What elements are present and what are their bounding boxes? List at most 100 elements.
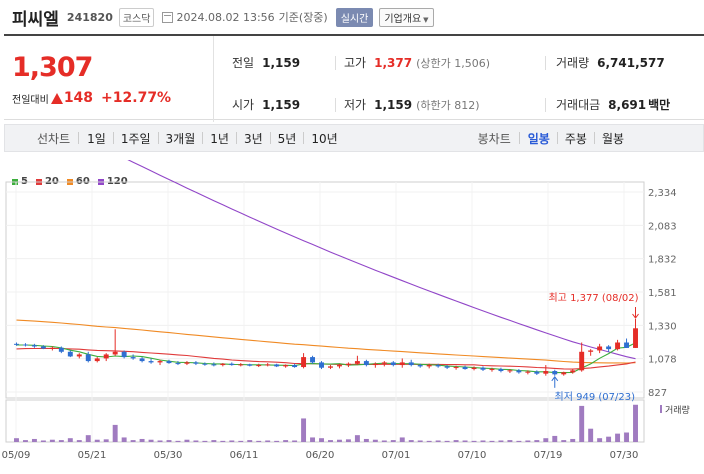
candle-body: [14, 343, 19, 345]
tab-monthly[interactable]: 월봉: [602, 130, 624, 147]
volume-bar: [372, 439, 378, 442]
volume-bar: [525, 440, 531, 442]
volume-bar: [157, 440, 163, 442]
stock-code: 241820: [66, 10, 113, 24]
candle-body: [615, 342, 621, 350]
volume-bar: [480, 440, 486, 442]
candle-body: [40, 346, 46, 349]
stat-label: 시가: [232, 98, 255, 112]
candle-body: [507, 370, 513, 372]
upper-limit: (상한가 1,506): [416, 57, 490, 70]
volume-bar: [193, 440, 199, 442]
tab-weekly[interactable]: 주봉: [565, 130, 587, 147]
candle-body: [283, 365, 289, 367]
change-label: 전일대비: [12, 94, 49, 106]
candle-body: [435, 365, 441, 367]
company-overview-dropdown[interactable]: 기업개요 ▼: [379, 7, 434, 27]
volume-bar: [319, 438, 324, 442]
volume-bar: [211, 440, 217, 442]
stat-value: 6,741,577: [597, 56, 665, 70]
stat-prev-close: 전일 1,159: [232, 54, 300, 71]
x-tick-label: 07/10: [458, 450, 487, 461]
stat-high: 고가 1,377 (상한가 1,506): [344, 54, 490, 71]
candle-body: [417, 365, 423, 367]
y-tick-label: 1,330: [648, 321, 677, 332]
line-chart-label: 선차트: [37, 131, 71, 146]
candle-body: [130, 357, 136, 359]
price-box: 1,307 전일대비 148 +12.77%: [4, 36, 214, 122]
tab-1y[interactable]: 1년: [210, 130, 229, 147]
candle-body: [274, 364, 280, 367]
volume-bar: [328, 440, 333, 442]
divider: [269, 132, 271, 144]
candle-body: [399, 362, 405, 366]
volume-bar: [381, 440, 387, 442]
candle-body: [121, 351, 127, 358]
stat-label: 저가: [344, 98, 367, 112]
y-tick-label: 2,083: [648, 221, 677, 232]
candle-body: [184, 362, 190, 364]
quote-panel: 1,307 전일대비 148 +12.77% 전일 1,159 고가 1,377…: [4, 34, 704, 122]
divider: [335, 56, 336, 70]
calendar-icon: [162, 11, 174, 23]
y-tick-label: 1,581: [648, 288, 677, 299]
volume-bar: [292, 440, 298, 442]
candle-body: [310, 357, 316, 363]
x-tick-label: 07/30: [610, 450, 639, 461]
volume-bar: [301, 418, 307, 442]
volume-bar: [274, 440, 280, 442]
candle-body: [336, 365, 342, 367]
divider: [78, 132, 80, 144]
volume-bar: [175, 440, 181, 442]
stat-label: 거래대금: [556, 98, 601, 112]
stat-value: 1,159: [262, 56, 301, 70]
candle-body: [202, 363, 208, 365]
candle-body: [390, 362, 396, 366]
x-tick-label: 05/30: [154, 450, 183, 461]
stat-value: 1,377: [374, 56, 413, 70]
high-annotation: 최고 1,377 (08/02): [548, 292, 638, 304]
volume-bar: [202, 440, 208, 442]
tab-1d[interactable]: 1일: [87, 130, 106, 147]
y-tick-label: 827: [648, 388, 667, 399]
divider: [545, 56, 546, 70]
stat-amount: 거래대금 8,691 백만: [556, 96, 670, 113]
volume-bar: [67, 438, 73, 442]
candle-body: [157, 361, 163, 363]
tab-3m[interactable]: 3개월: [166, 130, 196, 147]
volume-bar: [85, 435, 91, 442]
stat-label: 거래량: [556, 56, 590, 70]
stock-header: 피씨엘 241820 코스닥 2024.08.02 13:56 기준(장중) 실…: [0, 0, 704, 34]
volume-bar: [570, 438, 576, 442]
candle-body: [462, 367, 468, 370]
chevron-down-icon: ▼: [423, 15, 429, 24]
candle-body: [301, 357, 307, 368]
tab-10y[interactable]: 10년: [311, 130, 337, 147]
x-tick-label: 07/01: [382, 450, 411, 461]
tab-1w[interactable]: 1주일: [121, 130, 151, 147]
low-annotation: 최저 949 (07/23): [555, 391, 636, 403]
y-tick-label: 2,334: [648, 188, 677, 199]
volume-bar: [31, 438, 37, 442]
lower-limit: (하한가 812): [416, 99, 480, 112]
candle-body: [354, 361, 360, 364]
volume-bar: [76, 440, 82, 442]
x-tick-label: 06/11: [230, 450, 259, 461]
price-chart[interactable]: 2,334 2,083 1,832 1,581 1,330 1,078 827 05/09 05…: [0, 160, 704, 474]
volume-bar: [265, 440, 271, 442]
volume-bar: [498, 440, 504, 442]
candle-body: [552, 371, 558, 375]
tab-daily[interactable]: 일봉: [528, 130, 550, 147]
volume-bar: [606, 436, 612, 442]
tab-5y[interactable]: 5년: [278, 130, 297, 147]
stat-label: 전일: [232, 56, 255, 70]
realtime-button[interactable]: 실시간: [335, 7, 374, 27]
volume-bar: [103, 439, 109, 442]
ma120-line: [127, 160, 636, 360]
stat-unit: 백만: [648, 98, 671, 112]
volume-bar: [345, 439, 351, 442]
candle-body: [597, 346, 603, 351]
tab-3y[interactable]: 3년: [244, 130, 263, 147]
candle-body: [58, 347, 64, 352]
candle-body: [238, 364, 244, 366]
